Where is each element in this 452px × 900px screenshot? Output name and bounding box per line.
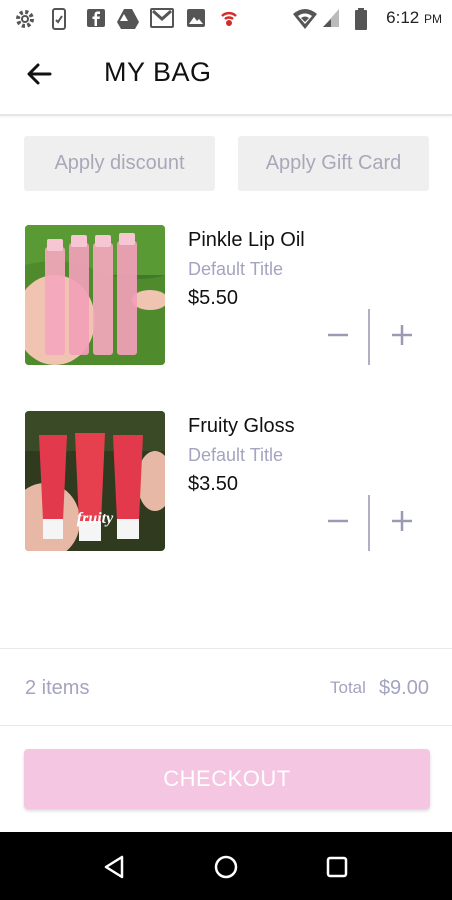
plus-icon	[392, 325, 412, 345]
sim-icon	[52, 8, 66, 30]
nav-recents-button[interactable]	[322, 852, 352, 882]
product-name[interactable]: Fruity Gloss	[188, 415, 295, 438]
minus-icon	[328, 333, 348, 337]
nav-back-button[interactable]	[100, 852, 130, 882]
fruity-gloss-photo: fruity	[25, 411, 165, 551]
increase-quantity-button[interactable]	[386, 319, 418, 351]
battery-icon	[355, 8, 367, 30]
product-variant: Default Title	[188, 259, 284, 279]
cart-item: Pinkle Lip Oil Default Title $5.50	[0, 225, 452, 365]
product-image-label: fruity	[77, 510, 114, 527]
minus-icon	[328, 519, 348, 523]
total-value: $9.00	[378, 677, 429, 699]
product-name[interactable]: Pinkle Lip Oil	[188, 229, 305, 252]
apply-gift-card-button[interactable]: Apply Gift Card	[238, 136, 429, 191]
product-image[interactable]: fruity	[25, 411, 165, 551]
home-circle-icon	[214, 855, 238, 879]
apply-discount-button[interactable]: Apply discount	[24, 136, 215, 191]
product-price: $3.50	[188, 473, 239, 495]
lip-oil-photo	[25, 225, 165, 365]
cart-item: fruity Fruity Gloss Default Title $3.50	[0, 411, 452, 551]
total-label: Total	[330, 678, 366, 697]
back-triangle-icon	[104, 855, 124, 879]
summary-divider-bottom	[0, 725, 452, 726]
facebook-icon	[87, 9, 105, 27]
item-count: 2 items	[25, 677, 90, 699]
arrow-left-icon	[27, 63, 52, 85]
checkout-button[interactable]: CHECKOUT	[24, 749, 430, 809]
status-time: 6:12 PM	[386, 8, 442, 28]
decrease-quantity-button[interactable]	[322, 319, 354, 351]
quantity-divider	[368, 309, 370, 365]
quantity-divider	[368, 495, 370, 551]
photos-icon	[187, 9, 205, 27]
drive-icon	[117, 9, 139, 29]
increase-quantity-button[interactable]	[386, 505, 418, 537]
settings-icon	[16, 10, 34, 28]
summary-divider-top	[0, 648, 452, 649]
system-nav-bar	[0, 832, 452, 900]
back-button[interactable]	[22, 56, 58, 92]
product-price: $5.50	[188, 287, 239, 309]
status-bar: 6:12 PM	[0, 0, 452, 36]
recents-square-icon	[326, 856, 348, 878]
alert-icon	[221, 11, 237, 26]
page-title: MY BAG	[104, 57, 212, 87]
app-bar: MY BAG	[0, 36, 452, 116]
nav-home-button[interactable]	[211, 852, 241, 882]
status-time-value: 6:12	[386, 8, 420, 27]
signal-icon	[323, 9, 339, 27]
plus-icon	[392, 511, 412, 531]
product-image[interactable]	[25, 225, 165, 365]
status-time-period: PM	[424, 12, 442, 26]
wifi-icon	[293, 9, 317, 29]
gmail-icon	[150, 8, 174, 28]
decrease-quantity-button[interactable]	[322, 505, 354, 537]
product-variant: Default Title	[188, 445, 284, 465]
